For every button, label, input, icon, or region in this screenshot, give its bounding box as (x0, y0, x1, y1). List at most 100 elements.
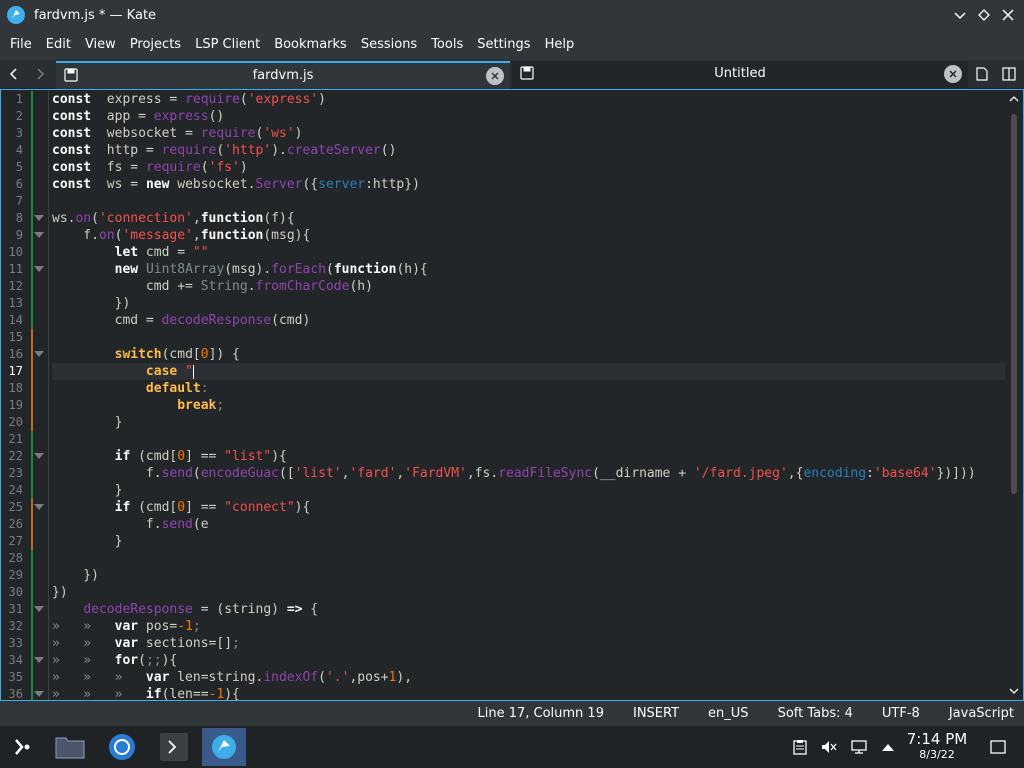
line-number: 30 (8, 585, 23, 599)
syntax-mode[interactable]: JavaScript (949, 706, 1014, 721)
minimize-button[interactable] (950, 5, 970, 25)
menu-file[interactable]: File (3, 30, 39, 60)
code-line[interactable]: const app = express() (52, 108, 1005, 125)
indentation-settings[interactable]: Soft Tabs: 4 (778, 706, 853, 721)
code-line[interactable]: const fs = require('fs') (52, 159, 1005, 176)
code-line[interactable] (52, 431, 1005, 448)
code-line[interactable]: new Uint8Array(msg).forEach(function(h){ (52, 261, 1005, 278)
code-line[interactable]: } (52, 414, 1005, 431)
code-line[interactable]: » » var pos=-1; (52, 618, 1005, 635)
menu-tools[interactable]: Tools (424, 30, 470, 60)
line-number: 6 (15, 177, 23, 191)
code-line[interactable] (52, 193, 1005, 210)
line-modification-marker (31, 312, 33, 329)
code-line[interactable]: }) (52, 567, 1005, 584)
code-line[interactable]: f.send(encodeGuac(['list','fard','FardVM… (52, 465, 1005, 482)
scroll-down-icon[interactable] (1009, 686, 1019, 696)
line-modification-marker (31, 431, 33, 448)
code-editor[interactable]: 1 2 3 4 5 6 7 8 9 10 11 12 13 14 15 16 17 18 19 20 21 22 23 24 2… (0, 89, 1024, 701)
line-number-row: 4 (1, 142, 49, 159)
line-number: 22 (8, 449, 23, 463)
code-line[interactable]: const http = require('http').createServe… (52, 142, 1005, 159)
menu-bookmarks[interactable]: Bookmarks (267, 30, 354, 60)
code-line[interactable]: switch(cmd[0]) { (52, 346, 1005, 363)
clipboard-icon (793, 740, 807, 755)
menu-settings[interactable]: Settings (470, 30, 537, 60)
line-number: 29 (8, 568, 23, 582)
code-line[interactable] (52, 550, 1005, 567)
fold-arrow-icon[interactable] (34, 351, 44, 357)
maximize-button[interactable] (974, 5, 994, 25)
show-desktop-button[interactable] (989, 738, 1007, 756)
new-tab-button[interactable] (973, 65, 991, 83)
fold-arrow-icon[interactable] (34, 453, 44, 459)
code-line[interactable]: case " (52, 363, 1005, 380)
network-tray[interactable] (850, 738, 868, 756)
code-line[interactable]: if (cmd[0] == "connect"){ (52, 499, 1005, 516)
code-line[interactable]: » » » var len=string.indexOf('.',pos+1), (52, 669, 1005, 686)
code-line[interactable]: » » for(;;){ (52, 652, 1005, 669)
menu-projects[interactable]: Projects (123, 30, 188, 60)
code-line[interactable]: decodeResponse = (string) => { (52, 601, 1005, 618)
task-file-manager[interactable] (48, 728, 92, 766)
cursor-position[interactable]: Line 17, Column 19 (477, 706, 604, 721)
fold-arrow-icon[interactable] (34, 657, 44, 663)
menu-lsp-client[interactable]: LSP Client (188, 30, 267, 60)
task-web-browser[interactable] (100, 728, 144, 766)
code-line[interactable]: let cmd = "" (52, 244, 1005, 261)
fold-arrow-icon[interactable] (34, 232, 44, 238)
code-line[interactable]: f.send(e (52, 516, 1005, 533)
volume-tray[interactable] (820, 738, 838, 756)
code-area[interactable]: const express = require('express') const … (52, 91, 1005, 700)
code-line[interactable]: » » var sections=[]; (52, 635, 1005, 652)
code-line[interactable]: }) (52, 295, 1005, 312)
input-mode[interactable]: INSERT (633, 706, 679, 721)
close-window-button[interactable] (998, 5, 1018, 25)
close-tab-button[interactable] (944, 65, 962, 83)
code-line[interactable]: const ws = new websocket.Server({server:… (52, 176, 1005, 193)
fold-arrow-icon[interactable] (34, 691, 44, 697)
code-line[interactable]: cmd += String.fromCharCode(h) (52, 278, 1005, 295)
line-modification-marker (31, 227, 33, 244)
line-modification-marker (31, 159, 33, 176)
code-line[interactable]: ws.on('connection',function(f){ (52, 210, 1005, 227)
task-kate[interactable] (202, 728, 246, 766)
code-line[interactable]: } (52, 482, 1005, 499)
vertical-scrollbar[interactable] (1005, 90, 1023, 700)
go-back-button[interactable] (4, 64, 24, 84)
scroll-up-icon[interactable] (1009, 94, 1019, 104)
digital-clock[interactable]: 7:14 PM 8/3/22 (896, 730, 978, 762)
code-line[interactable]: f.on('message',function(msg){ (52, 227, 1005, 244)
code-line[interactable]: cmd = decodeResponse(cmd) (52, 312, 1005, 329)
fold-arrow-icon[interactable] (34, 215, 44, 221)
scrollbar-thumb[interactable] (1011, 114, 1017, 494)
menu-help[interactable]: Help (538, 30, 582, 60)
split-view-button[interactable] (1000, 65, 1018, 83)
clipboard-tray[interactable] (791, 738, 809, 756)
menu-sessions[interactable]: Sessions (354, 30, 424, 60)
code-line[interactable]: if (cmd[0] == "list"){ (52, 448, 1005, 465)
close-tab-button[interactable] (486, 67, 504, 85)
code-line[interactable]: }) (52, 584, 1005, 601)
fold-arrow-icon[interactable] (34, 606, 44, 612)
code-line[interactable]: const websocket = require('ws') (52, 125, 1005, 142)
code-line[interactable]: default: (52, 380, 1005, 397)
fold-arrow-icon[interactable] (34, 504, 44, 510)
fold-arrow-icon[interactable] (34, 266, 44, 272)
task-terminal[interactable] (152, 728, 196, 766)
menu-edit[interactable]: Edit (39, 30, 78, 60)
tab-untitled[interactable]: Untitled (512, 61, 968, 89)
code-line[interactable]: const express = require('express') (52, 91, 1005, 108)
tray-expander[interactable] (879, 738, 897, 756)
code-line[interactable]: } (52, 533, 1005, 550)
tab-fardvm-js[interactable]: fardvm.js (56, 61, 510, 89)
line-number: 33 (8, 636, 23, 650)
file-encoding[interactable]: UTF-8 (882, 706, 920, 721)
code-line[interactable]: break; (52, 397, 1005, 414)
spellcheck-language[interactable]: en_US (708, 706, 749, 721)
go-forward-button[interactable] (30, 64, 50, 84)
code-line[interactable] (52, 329, 1005, 346)
application-launcher[interactable] (0, 728, 44, 766)
code-line[interactable]: » » » if(len==-1){ (52, 686, 1005, 700)
menu-view[interactable]: View (78, 30, 123, 60)
